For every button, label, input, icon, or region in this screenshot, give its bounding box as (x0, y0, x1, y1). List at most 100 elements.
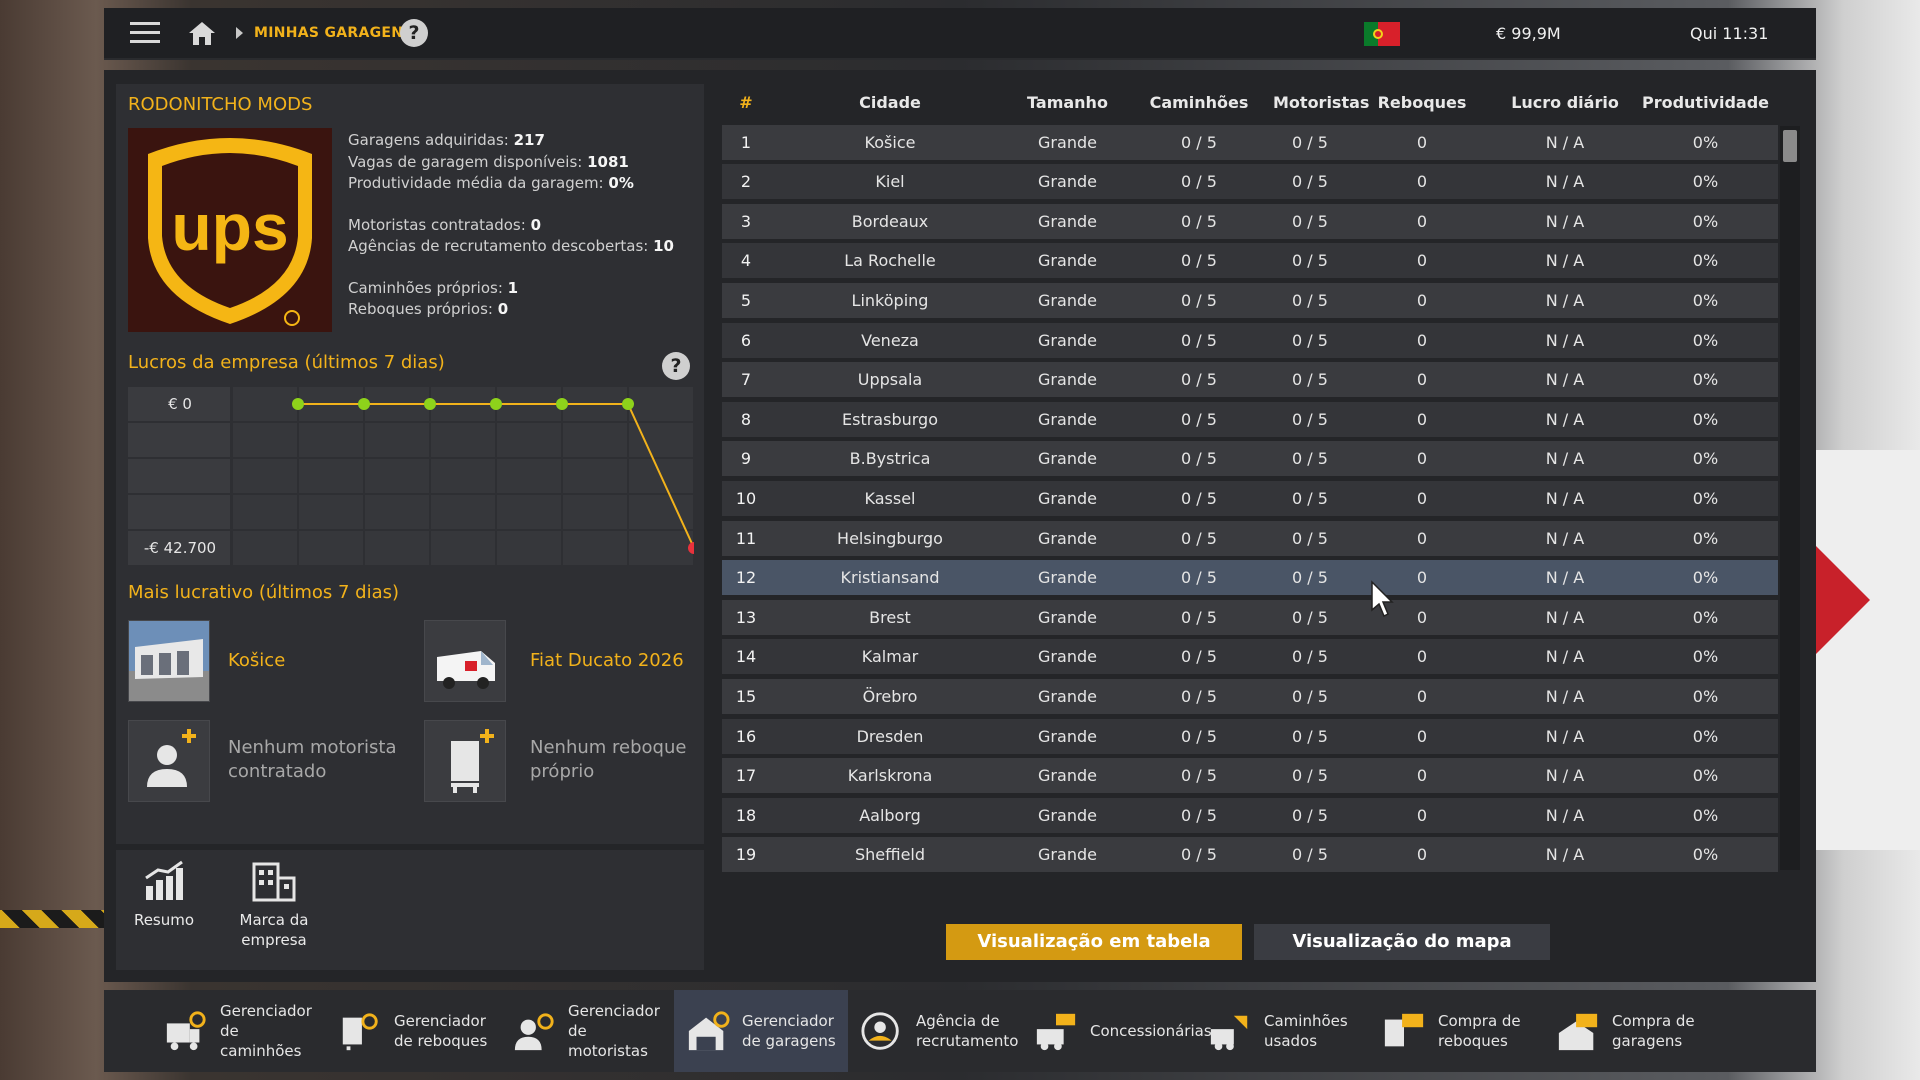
cell-size: Grande (1038, 251, 1097, 271)
column-header-size[interactable]: Tamanho (1010, 93, 1125, 112)
company-brand-button[interactable]: Marca da empresa (226, 858, 322, 950)
cell-trucks: 0 / 5 (1181, 132, 1217, 152)
company-building-icon (252, 862, 296, 902)
column-header-city[interactable]: Cidade (770, 93, 1010, 112)
profit-chart-svg: € 0 -€ 42.700 (128, 387, 694, 565)
cell-row-number: 11 (735, 528, 757, 548)
cell-daily-profit: N / A (1545, 568, 1585, 588)
table-row[interactable]: 7 Uppsala Grande 0 / 5 0 / 5 0 N / A 0% (722, 362, 1778, 398)
garage-manager-icon (688, 1011, 730, 1051)
breadcrumb-arrow-icon (236, 27, 243, 39)
buy-trailer-tile[interactable] (424, 720, 506, 802)
cell-trucks: 0 / 5 (1181, 845, 1217, 865)
table-row[interactable]: 6 Veneza Grande 0 / 5 0 / 5 0 N / A 0% (722, 322, 1778, 358)
cell-size: Grande (1038, 172, 1097, 192)
dealership-icon (1036, 1013, 1076, 1051)
column-header-trucks[interactable]: Caminhões (1125, 93, 1273, 112)
breadcrumb[interactable]: MINHAS GARAGENS (254, 25, 414, 41)
portugal-flag-icon[interactable] (1364, 22, 1400, 46)
scrollbar-thumb[interactable] (1783, 130, 1797, 162)
cell-size: Grande (1038, 290, 1097, 310)
table-row[interactable]: 16 Dresden Grande 0 / 5 0 / 5 0 N / A 0% (722, 718, 1778, 754)
cell-daily-profit: N / A (1545, 607, 1585, 627)
trailer-manager-button[interactable]: Gerenciador de reboques (326, 990, 500, 1072)
cell-trucks: 0 / 5 (1181, 766, 1217, 786)
map-view-button[interactable]: Visualização do mapa (1254, 924, 1550, 960)
table-row[interactable]: 8 Estrasburgo Grande 0 / 5 0 / 5 0 N / A 0% (722, 401, 1778, 437)
top-bar: MINHAS GARAGENS ? € 99,9M Qui 11:31 (104, 8, 1816, 60)
table-row[interactable]: 12 Kristiansand Grande 0 / 50 / 50N / A 0% (722, 560, 1778, 596)
profit-chart-title: Lucros da empresa (últimos 7 dias) (128, 352, 445, 373)
cell-drivers: 0 / 5 (1292, 607, 1328, 627)
buy-trailers-button[interactable]: Compra de reboques (1370, 990, 1544, 1072)
table-view-button[interactable]: Visualização em tabela (946, 924, 1242, 960)
dealership-button[interactable]: Concessionárias (1022, 990, 1212, 1072)
chart-grid-cell (431, 423, 495, 457)
recruitment-agency-button[interactable]: Agência de recrutamento (848, 990, 1022, 1072)
cell-trucks: 0 / 5 (1181, 370, 1217, 390)
table-row[interactable]: 13 Brest Grande 0 / 50 / 50N / A 0% (722, 599, 1778, 635)
column-header-number[interactable]: # (722, 93, 770, 112)
stat-recruitment-agencies: Agências de recrutamento descobertas: 10 (348, 237, 674, 255)
truck-manager-button[interactable]: Gerenciador de caminhões (152, 990, 326, 1072)
chart-grid-cell (365, 423, 429, 457)
table-row[interactable]: 15 Örebro Grande 0 / 5 0 / 5 0 N / A 0% (722, 678, 1778, 714)
cell-trucks: 0 / 5 (1181, 528, 1217, 548)
toolbar-label: Gerenciador de reboques (394, 1012, 488, 1050)
home-icon[interactable] (188, 20, 216, 46)
cell-trucks: 0 / 5 (1181, 488, 1217, 508)
chart-grid-cell (233, 531, 297, 565)
cell-trailers: 0 (1416, 805, 1428, 825)
cell-city: B.Bystrica (849, 449, 931, 469)
help-icon[interactable]: ? (400, 19, 428, 47)
profit-data-point (292, 398, 304, 410)
truck-thumbnail[interactable] (424, 620, 506, 702)
cell-city: Kassel (864, 488, 916, 508)
cell-size: Grande (1038, 211, 1097, 231)
table-row[interactable]: 19 Sheffield Grande 0 / 5 0 / 5 0 N / A 0% (722, 837, 1778, 873)
table-row[interactable]: 5 Linköping Grande 0 / 5 0 / 5 0 N / A 0% (722, 282, 1778, 318)
used-trucks-button[interactable]: Caminhões usados (1196, 990, 1370, 1072)
column-header-daily-profit[interactable]: Lucro diário (1497, 93, 1633, 112)
column-header-trailers[interactable]: Reboques (1347, 93, 1497, 112)
cell-row-number: 12 (735, 568, 757, 588)
company-stats: Garagens adquiridas: 217 Vagas de garage… (348, 130, 674, 321)
table-row[interactable]: 17 Karlskrona Grande 0 / 5 0 / 5 0 N / A 0% (722, 758, 1778, 794)
summary-button[interactable]: Resumo (116, 858, 212, 930)
table-row[interactable]: 3 Bordeaux Grande 0 / 5 0 / 5 0 N / A 0% (722, 203, 1778, 239)
cell-drivers: 0 / 5 (1292, 686, 1328, 706)
column-header-drivers[interactable]: Motoristas (1273, 93, 1369, 112)
column-header-productivity[interactable]: Produtividade (1633, 93, 1778, 112)
cell-trailers: 0 (1416, 211, 1428, 231)
recruitment-agency-icon (861, 1012, 899, 1050)
table-row[interactable]: 1 Košice Grande 0 / 5 0 / 5 0 N / A 0% (722, 124, 1778, 160)
driver-manager-button[interactable]: Gerenciador de motoristas (500, 990, 674, 1072)
table-row[interactable]: 10 Kassel Grande 0 / 5 0 / 5 0 N / A 0% (722, 480, 1778, 516)
table-row[interactable]: 4 La Rochelle Grande 0 / 5 0 / 5 0 N / A 0% (722, 243, 1778, 279)
cell-productivity: 0% (1692, 568, 1719, 588)
chart-grid-cell (299, 531, 363, 565)
table-row[interactable]: 9 B.Bystrica Grande 0 / 5 0 / 5 0 N / A 0% (722, 441, 1778, 477)
garage-manager-button[interactable]: Gerenciador de garagens (674, 990, 848, 1072)
profit-help-icon[interactable]: ? (662, 352, 690, 380)
table-scrollbar[interactable] (1780, 126, 1800, 870)
table-row[interactable]: 2 Kiel Grande 0 / 5 0 / 5 0 N / A 0% (722, 164, 1778, 200)
most-profitable-truck[interactable]: Fiat Ducato 2026 (530, 650, 684, 671)
most-profitable-garage[interactable]: Košice (228, 650, 285, 671)
add-trailer-icon (451, 729, 494, 793)
profit-chart: € 0 -€ 42.700 (128, 386, 694, 566)
garage-thumbnail[interactable] (128, 620, 210, 702)
cell-size: Grande (1038, 845, 1097, 865)
table-row[interactable]: 11 Helsingburgo Grande 0 / 5 0 / 5 0 N / A 0% (722, 520, 1778, 556)
cell-productivity: 0% (1692, 528, 1719, 548)
truck-manager-icon (166, 1011, 206, 1051)
table-row[interactable]: 18 Aalborg Grande 0 / 5 0 / 5 0 N / A 0% (722, 797, 1778, 833)
cell-size: Grande (1038, 132, 1097, 152)
cell-city: Kristiansand (840, 568, 940, 588)
table-row[interactable]: 14 Kalmar Grande 0 / 5 0 / 5 0 N / A 0% (722, 639, 1778, 675)
buy-garages-button[interactable]: Compra de garagens (1544, 990, 1718, 1072)
stat-garages: Garagens adquiridas: 217 (348, 131, 545, 149)
hamburger-menu-icon[interactable] (130, 22, 160, 44)
cell-productivity: 0% (1692, 290, 1719, 310)
hire-driver-tile[interactable] (128, 720, 210, 802)
